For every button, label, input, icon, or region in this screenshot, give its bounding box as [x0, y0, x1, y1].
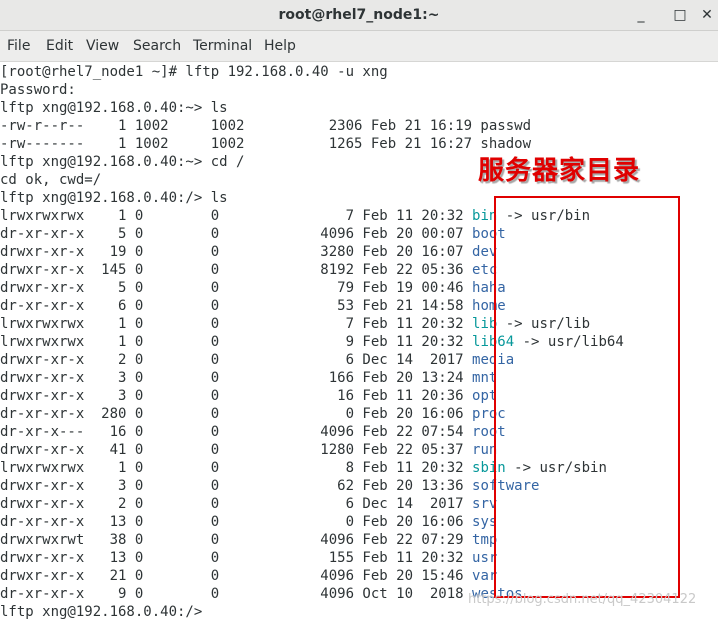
listing-meta: lrwxrwxrwx 1 0 0 8 Feb 11 20:32: [0, 460, 473, 476]
listing-row: drwxr-xr-x 13 0 0 155 Feb 11 20:32 usr: [0, 549, 497, 567]
terminal-line: lftp xng@192.168.0.40:~> ls: [0, 100, 228, 116]
menu-help[interactable]: Help: [264, 31, 296, 61]
listing-meta: dr-xr-xr-x 13 0 0 0 Feb 20 16:06: [0, 514, 473, 530]
terminal-line: Password:: [0, 82, 76, 98]
menu-terminal[interactable]: Terminal: [193, 31, 252, 61]
listing-meta: dr-xr-xr-x 280 0 0 0 Feb 20 16:06: [0, 406, 473, 422]
listing-meta: lrwxrwxrwx 1 0 0 7 Feb 11 20:32: [0, 208, 473, 224]
window-title: root@rhel7_node1:~: [278, 7, 440, 23]
terminal-line: lftp xng@192.168.0.40:~> cd /: [0, 154, 245, 170]
listing-meta: drwxr-xr-x 3 0 0 16 Feb 11 20:36: [0, 388, 473, 404]
listing-meta: drwxr-xr-x 21 0 0 4096 Feb 20 15:46: [0, 568, 473, 584]
listing-meta: drwxr-xr-x 3 0 0 166 Feb 20 13:24: [0, 370, 473, 386]
listing-row: drwxr-xr-x 41 0 0 1280 Feb 22 05:37 run: [0, 441, 497, 459]
menu-view[interactable]: View: [86, 31, 119, 61]
listing-meta: drwxr-xr-x 41 0 0 1280 Feb 22 05:37: [0, 442, 473, 458]
terminal-prompt: lftp xng@192.168.0.40:/>: [0, 604, 203, 620]
listing-row: drwxr-xr-x 19 0 0 3280 Feb 20 16:07 dev: [0, 243, 497, 261]
listing-meta: lrwxrwxrwx 1 0 0 7 Feb 11 20:32: [0, 316, 473, 332]
watermark: https://blog.csdn.net/qq_42304122: [468, 592, 697, 607]
listing-row: dr-xr-xr-x 9 0 0 4096 Oct 10 2018 westos: [0, 585, 523, 603]
listing-row: drwxr-xr-x 5 0 0 79 Feb 19 00:46 haha: [0, 279, 506, 297]
listing-row: dr-xr-xr-x 5 0 0 4096 Feb 20 00:07 boot: [0, 225, 506, 243]
close-button[interactable]: ✕: [697, 5, 717, 25]
terminal-line: -rw------- 1 1002 1002 1265 Feb 21 16:27…: [0, 136, 532, 152]
listing-meta: drwxr-xr-x 3 0 0 62 Feb 20 13:36: [0, 478, 473, 494]
listing-row: drwxr-xr-x 145 0 0 8192 Feb 22 05:36 etc: [0, 261, 497, 279]
listing-meta: drwxr-xr-x 2 0 0 6 Dec 14 2017: [0, 352, 473, 368]
listing-meta: dr-xr-xr-x 6 0 0 53 Feb 21 14:58: [0, 298, 473, 314]
listing-row: drwxr-xr-x 3 0 0 16 Feb 11 20:36 opt: [0, 387, 497, 405]
listing-row: drwxr-xr-x 2 0 0 6 Dec 14 2017 srv: [0, 495, 497, 513]
terminal-line: lftp xng@192.168.0.40:/> ls: [0, 190, 228, 206]
listing-meta: drwxr-xr-x 13 0 0 155 Feb 11 20:32: [0, 550, 473, 566]
menu-file[interactable]: File: [7, 31, 30, 61]
minimize-button[interactable]: _: [631, 5, 651, 25]
listing-meta: drwxr-xr-x 19 0 0 3280 Feb 20 16:07: [0, 244, 473, 260]
listing-meta: dr-xr-xr-x 9 0 0 4096 Oct 10 2018: [0, 586, 473, 602]
listing-row: dr-xr-x--- 16 0 0 4096 Feb 22 07:54 root: [0, 423, 506, 441]
menu-search[interactable]: Search: [133, 31, 181, 61]
menu-bar: File Edit View Search Terminal Help: [0, 31, 718, 62]
menu-edit[interactable]: Edit: [46, 31, 73, 61]
listing-meta: drwxrwxrwt 38 0 0 4096 Feb 22 07:29: [0, 532, 473, 548]
listing-row: dr-xr-xr-x 6 0 0 53 Feb 21 14:58 home: [0, 297, 506, 315]
listing-meta: dr-xr-x--- 16 0 0 4096 Feb 22 07:54: [0, 424, 473, 440]
maximize-button[interactable]: □: [670, 5, 690, 25]
listing-meta: dr-xr-xr-x 5 0 0 4096 Feb 20 00:07: [0, 226, 473, 242]
listing-row: drwxr-xr-x 3 0 0 62 Feb 20 13:36 softwar…: [0, 477, 539, 495]
listing-row: drwxrwxrwt 38 0 0 4096 Feb 22 07:29 tmp: [0, 531, 497, 549]
listing-row: drwxr-xr-x 2 0 0 6 Dec 14 2017 media: [0, 351, 514, 369]
listing-meta: lrwxrwxrwx 1 0 0 9 Feb 11 20:32: [0, 334, 473, 350]
terminal-line: cd ok, cwd=/: [0, 172, 102, 188]
terminal-line: [root@rhel7_node1 ~]# lftp 192.168.0.40 …: [0, 64, 388, 80]
title-bar: root@rhel7_node1:~ _ □ ✕: [0, 0, 718, 31]
terminal-line: -rw-r--r-- 1 1002 1002 2306 Feb 21 16:19…: [0, 118, 532, 134]
listing-row: dr-xr-xr-x 13 0 0 0 Feb 20 16:06 sys: [0, 513, 497, 531]
annotation-label: 服务器家目录: [478, 156, 641, 186]
listing-meta: drwxr-xr-x 145 0 0 8192 Feb 22 05:36: [0, 262, 473, 278]
listing-row: drwxr-xr-x 21 0 0 4096 Feb 20 15:46 var: [0, 567, 497, 585]
listing-row: drwxr-xr-x 3 0 0 166 Feb 20 13:24 mnt: [0, 369, 497, 387]
listing-row: dr-xr-xr-x 280 0 0 0 Feb 20 16:06 proc: [0, 405, 506, 423]
listing-meta: drwxr-xr-x 5 0 0 79 Feb 19 00:46: [0, 280, 473, 296]
listing-meta: drwxr-xr-x 2 0 0 6 Dec 14 2017: [0, 496, 473, 512]
annotation-box: [494, 196, 680, 598]
